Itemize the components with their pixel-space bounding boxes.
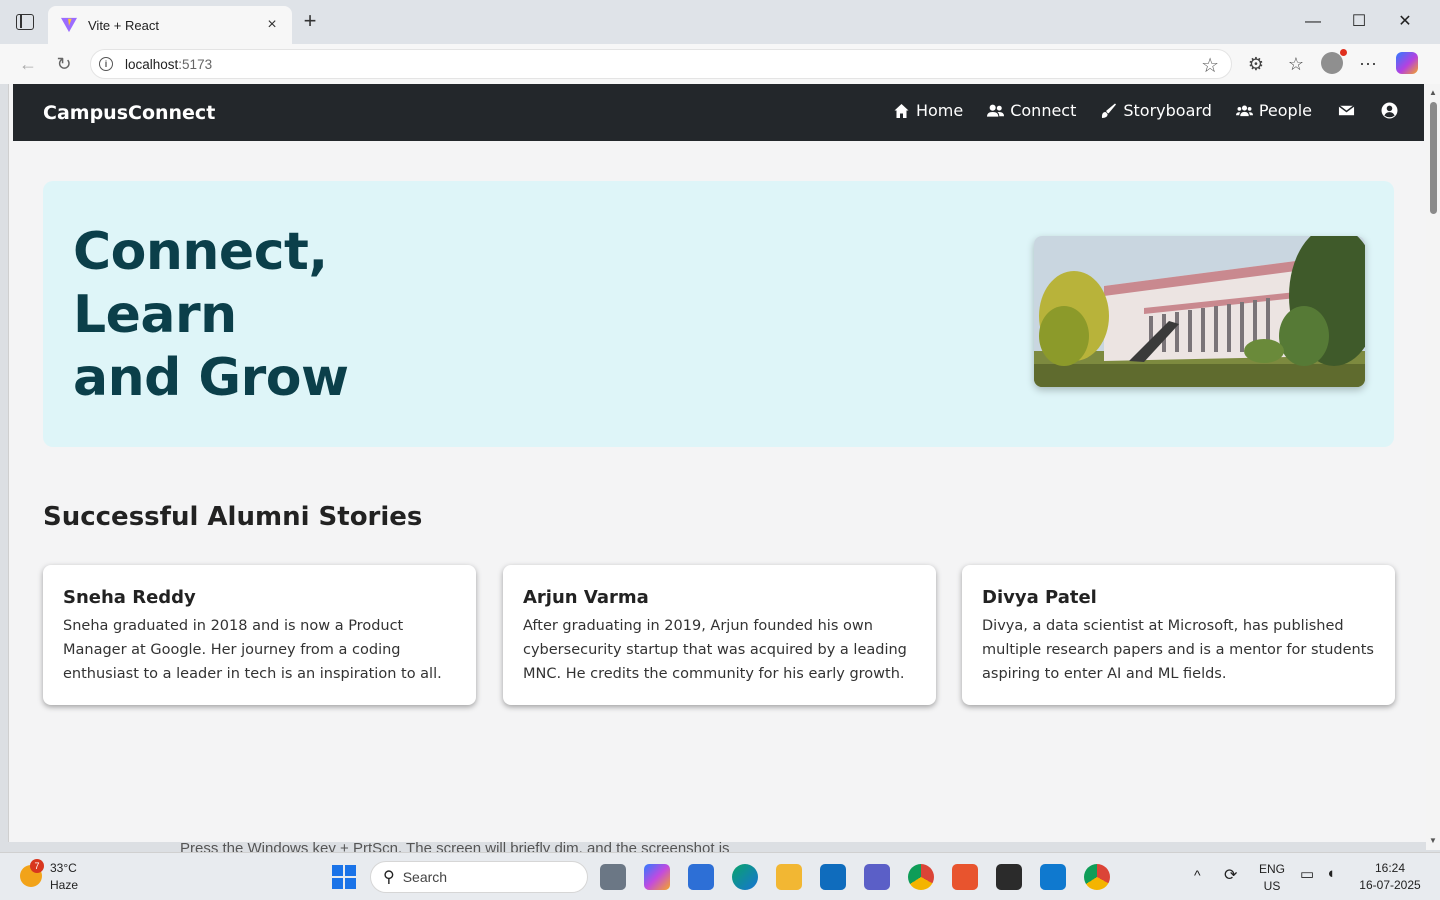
envelope-icon[interactable] xyxy=(1338,102,1355,119)
windows-start-icon[interactable] xyxy=(332,865,356,889)
copilot-icon[interactable] xyxy=(1396,52,1418,74)
clock-date[interactable]: 16-07-2025 xyxy=(1356,878,1424,892)
url-field[interactable]: i localhost:5173 ☆ xyxy=(90,49,1232,79)
browser-tab-bar: Vite + React × + — ☐ ✕ xyxy=(0,0,1440,44)
hero-banner: Connect, Learn and Grow xyxy=(43,181,1394,447)
profile-avatar-icon[interactable] xyxy=(1321,49,1347,74)
hero-line-2: Learn xyxy=(73,285,237,345)
search-icon: ⚲ xyxy=(383,869,395,886)
story-text: Sneha graduated in 2018 and is now a Pro… xyxy=(63,618,442,682)
story-text: Divya, a data scientist at Microsoft, ha… xyxy=(982,618,1374,682)
hero-line-3: and Grow xyxy=(73,348,349,408)
language-indicator[interactable]: ENG xyxy=(1258,862,1286,876)
weather-temperature[interactable]: 33°C xyxy=(50,861,77,875)
scroll-down-icon[interactable]: ▼ xyxy=(1428,836,1438,845)
tab-actions-icon[interactable] xyxy=(16,14,34,30)
nav-link-label: Home xyxy=(915,101,964,120)
story-name: Sneha Reddy xyxy=(63,587,196,608)
tab-title: Vite + React xyxy=(88,17,159,33)
brush-icon xyxy=(1102,103,1117,118)
chrome-icon[interactable] xyxy=(1084,864,1110,890)
scroll-up-icon[interactable]: ▲ xyxy=(1428,88,1438,97)
chevron-up-icon[interactable]: ^ xyxy=(1194,867,1201,883)
nav-link-label: Storyboard xyxy=(1123,101,1212,120)
page-viewport: CampusConnect Home Connect Storyboard Pe… xyxy=(8,84,1426,842)
teams-icon[interactable] xyxy=(864,864,890,890)
favorites-icon[interactable]: ☆ xyxy=(1284,52,1308,76)
hero-line-1: Connect, xyxy=(73,222,328,282)
region-indicator[interactable]: US xyxy=(1258,879,1286,893)
brand-logo[interactable]: CampusConnect xyxy=(43,102,215,124)
nav-link-label: Connect xyxy=(1010,101,1077,120)
weather-badge: 7 xyxy=(30,859,44,873)
weather-condition[interactable]: Haze xyxy=(50,878,78,892)
address-bar-row: ← ↻ i localhost:5173 ☆ ⚙ ☆ ⋯ xyxy=(0,44,1440,84)
scroll-thumb[interactable] xyxy=(1430,102,1437,214)
story-card: Arjun Varma After graduating in 2019, Ar… xyxy=(503,565,936,705)
more-menu-icon[interactable]: ⋯ xyxy=(1356,52,1380,76)
favorite-star-icon[interactable]: ☆ xyxy=(1201,53,1219,78)
nav-link-storyboard[interactable]: Storyboard xyxy=(1100,101,1212,120)
site-info-icon[interactable]: i xyxy=(99,57,113,71)
powerpoint-icon[interactable] xyxy=(952,864,978,890)
stories-heading: Successful Alumni Stories xyxy=(43,502,423,532)
vite-logo-icon xyxy=(61,17,77,33)
maximize-button[interactable]: ☐ xyxy=(1344,10,1374,34)
people-icon xyxy=(1235,104,1253,116)
task-view-icon[interactable] xyxy=(600,864,626,890)
close-window-button[interactable]: ✕ xyxy=(1390,10,1420,34)
story-name: Arjun Varma xyxy=(523,587,649,608)
user-circle-icon[interactable] xyxy=(1381,102,1398,119)
windows-taskbar: 7 33°C Haze ⚲ Search ^ ⟳ ENG US ▭ ◖ 16:2… xyxy=(0,852,1440,900)
store-icon[interactable] xyxy=(688,864,714,890)
chrome-icon[interactable] xyxy=(908,864,934,890)
taskbar-search[interactable]: ⚲ Search xyxy=(370,861,588,893)
edge-icon[interactable] xyxy=(732,864,758,890)
sync-icon[interactable]: ⟳ xyxy=(1224,865,1237,885)
hero-title: Connect, Learn and Grow xyxy=(73,221,349,410)
display-icon[interactable]: ▭ xyxy=(1300,865,1314,883)
campus-building-image xyxy=(1034,236,1365,387)
outlook-icon[interactable] xyxy=(820,864,846,890)
volume-icon[interactable]: ◖ xyxy=(1326,865,1335,882)
browser-tab[interactable]: Vite + React × xyxy=(48,6,292,44)
home-icon xyxy=(894,103,909,118)
story-name: Divya Patel xyxy=(982,587,1097,608)
nav-link-home[interactable]: Home xyxy=(893,101,963,120)
copilot-app-icon[interactable] xyxy=(644,864,670,890)
story-card: Sneha Reddy Sneha graduated in 2018 and … xyxy=(43,565,476,705)
nav-link-connect[interactable]: Connect xyxy=(987,101,1076,120)
url-text: localhost:5173 xyxy=(125,56,213,72)
close-tab-icon[interactable]: × xyxy=(264,16,280,34)
terminal-icon[interactable] xyxy=(996,864,1022,890)
story-card: Divya Patel Divya, a data scientist at M… xyxy=(962,565,1395,705)
minimize-button[interactable]: — xyxy=(1298,10,1328,34)
story-text: After graduating in 2019, Arjun founded … xyxy=(523,618,907,682)
new-tab-button[interactable]: + xyxy=(298,10,322,34)
extensions-icon[interactable]: ⚙ xyxy=(1244,52,1268,76)
users-icon xyxy=(987,104,1005,117)
file-explorer-icon[interactable] xyxy=(776,864,802,890)
page-scrollbar[interactable]: ▲ ▼ xyxy=(1426,84,1440,850)
vscode-icon[interactable] xyxy=(1040,864,1066,890)
search-label: Search xyxy=(402,869,448,885)
nav-links: Home Connect Storyboard People xyxy=(869,101,1398,120)
nav-link-people[interactable]: People xyxy=(1235,101,1312,120)
clock-time[interactable]: 16:24 xyxy=(1356,861,1424,875)
site-navbar: CampusConnect Home Connect Storyboard Pe… xyxy=(13,84,1424,141)
refresh-icon[interactable]: ↻ xyxy=(52,52,76,76)
nav-link-label: People xyxy=(1258,101,1312,120)
back-icon[interactable]: ← xyxy=(16,52,40,76)
